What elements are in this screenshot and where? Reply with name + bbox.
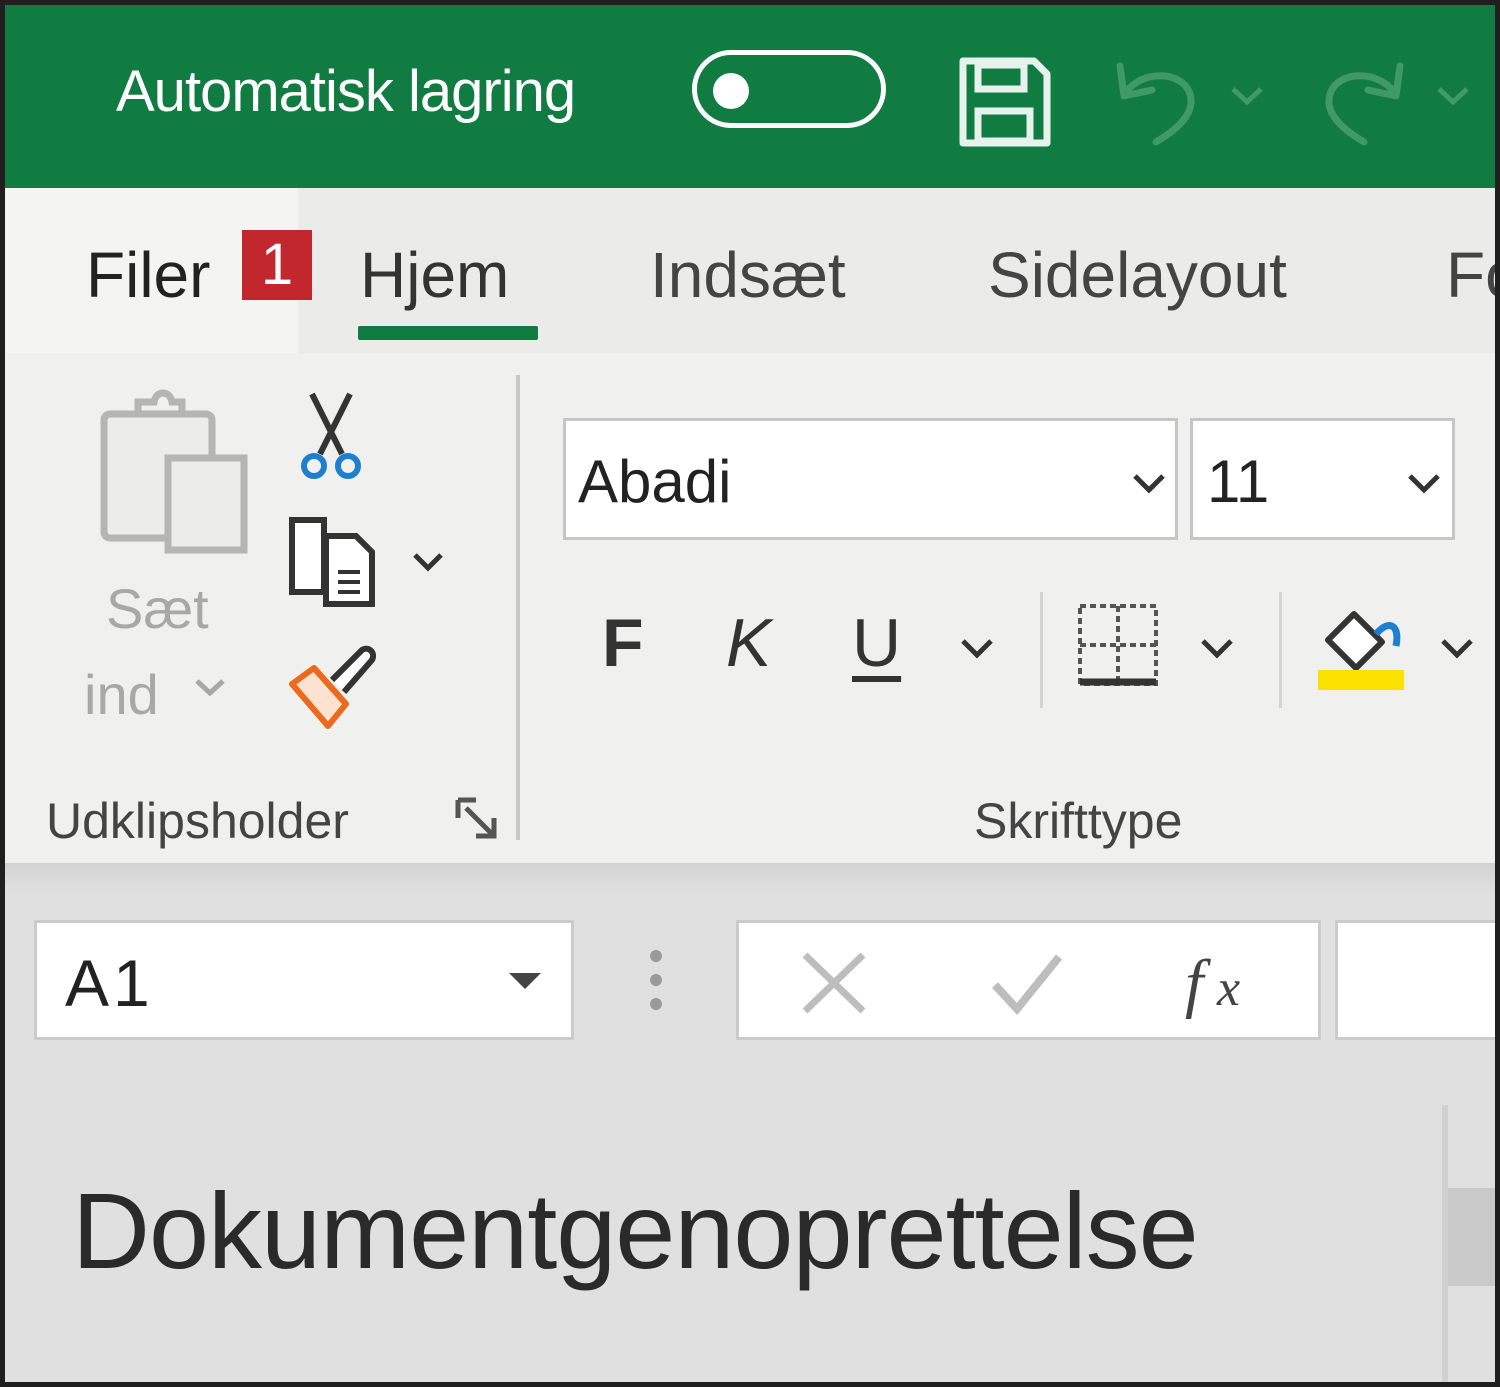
name-box-value: A1 xyxy=(65,946,154,1020)
cut-icon[interactable] xyxy=(298,390,364,480)
paste-icon[interactable] xyxy=(96,388,252,558)
tab-sidelayout[interactable]: Sidelayout xyxy=(988,238,1287,312)
font-name-combobox[interactable]: Abadi xyxy=(563,418,1178,540)
enter-icon[interactable] xyxy=(989,951,1065,1015)
tab-formler[interactable]: Fo xyxy=(1446,238,1500,312)
ribbon-shadow xyxy=(0,863,1500,893)
formula-bar-grip-icon[interactable] xyxy=(646,948,666,1012)
copy-chevron-down-icon[interactable] xyxy=(412,552,444,574)
divider xyxy=(1040,592,1043,708)
document-recovery-heading: Dokumentgenoprettelse xyxy=(72,1170,1199,1291)
underline-button[interactable]: U xyxy=(852,604,901,682)
dialog-launcher-icon[interactable] xyxy=(454,796,500,842)
borders-chevron-down-icon[interactable] xyxy=(1200,638,1234,665)
italic-button[interactable]: K xyxy=(726,604,771,682)
font-size-value: 11 xyxy=(1207,448,1270,515)
pane-scrollbar[interactable] xyxy=(1448,1188,1500,1286)
autosave-toggle[interactable] xyxy=(692,50,886,128)
underline-chevron-down-icon[interactable] xyxy=(960,638,994,665)
redo-icon[interactable] xyxy=(1318,56,1408,148)
font-group-label: Skrifttype xyxy=(974,793,1183,849)
fill-color-icon[interactable] xyxy=(1316,606,1406,692)
formula-buttons: f x xyxy=(736,920,1321,1040)
name-box-dropdown-icon[interactable] xyxy=(507,971,543,996)
font-name-chevron-down-icon[interactable] xyxy=(1132,473,1166,500)
bold-button[interactable]: F xyxy=(602,604,644,682)
title-bar: Automatisk lagring xyxy=(0,0,1500,188)
redo-dropdown-chevron-down-icon[interactable] xyxy=(1436,86,1470,106)
excel-window: Automatisk lagring Filer Hjem Indsæt Sid… xyxy=(0,0,1500,1387)
borders-icon[interactable] xyxy=(1076,602,1160,688)
paste-label-ind[interactable]: ind xyxy=(84,662,159,727)
font-size-chevron-down-icon[interactable] xyxy=(1407,473,1441,500)
format-painter-icon[interactable] xyxy=(288,644,380,730)
autosave-label: Automatisk lagring xyxy=(116,59,576,124)
svg-text:x: x xyxy=(1216,960,1240,1017)
paste-label[interactable]: Sæt xyxy=(106,576,209,641)
toggle-knob xyxy=(713,73,749,109)
name-box[interactable]: A1 xyxy=(34,920,574,1040)
keytip-badge: 1 xyxy=(242,230,312,300)
font-size-combobox[interactable]: 11 xyxy=(1190,418,1455,540)
paste-chevron-down-icon[interactable] xyxy=(194,678,226,698)
divider xyxy=(1279,592,1282,708)
copy-icon[interactable] xyxy=(286,516,380,608)
tab-hjem[interactable]: Hjem xyxy=(360,238,509,312)
tab-indsaet[interactable]: Indsæt xyxy=(650,238,846,312)
clipboard-group-label: Udklipsholder xyxy=(46,793,349,849)
fx-icon[interactable]: f x xyxy=(1181,943,1261,1023)
svg-text:f: f xyxy=(1185,947,1211,1020)
save-icon[interactable] xyxy=(958,56,1052,148)
formula-input[interactable] xyxy=(1335,920,1500,1040)
group-divider xyxy=(516,375,520,840)
undo-icon[interactable] xyxy=(1112,56,1202,148)
cancel-icon[interactable] xyxy=(799,951,869,1015)
undo-dropdown-chevron-down-icon[interactable] xyxy=(1230,86,1264,106)
active-tab-indicator xyxy=(358,326,538,340)
font-name-value: Abadi xyxy=(578,448,732,515)
tab-filer[interactable]: Filer xyxy=(86,238,210,312)
fill-color-chevron-down-icon[interactable] xyxy=(1440,638,1474,665)
ribbon-tabs: Filer Hjem Indsæt Sidelayout Fo xyxy=(0,188,1500,353)
